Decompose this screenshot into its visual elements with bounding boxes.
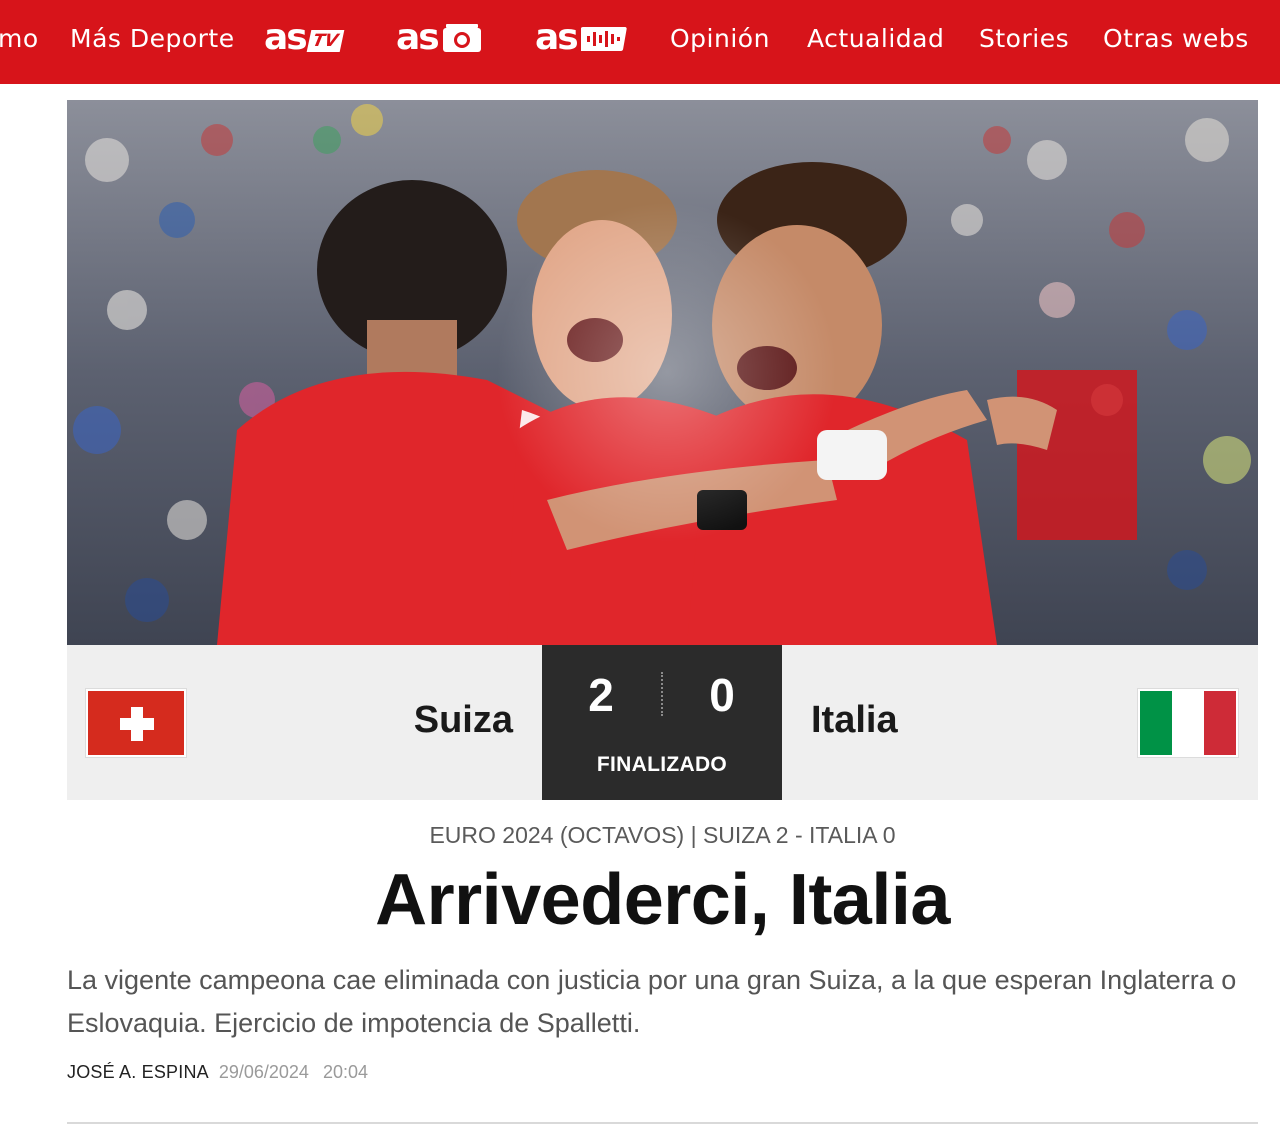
match-scoreboard[interactable]: Suiza 2 0 FINALIZADO Italia [67,645,1258,800]
hero-photo-image [67,100,1258,645]
article-kicker[interactable]: EURO 2024 (OCTAVOS) | SUIZA 2 - ITALIA 0 [67,822,1258,849]
home-team-name: Suiza [413,699,513,741]
nav-item-opinion[interactable]: Opinión [670,22,770,56]
author-link[interactable]: JOSÉ A. ESPINA [67,1062,209,1082]
as-audio-logo[interactable]: as [535,18,627,58]
italy-flag-icon [1138,689,1238,757]
nav-item-mo[interactable]: mo [0,22,39,56]
publish-time: 20:04 [322,1062,368,1082]
match-status: FINALIZADO [596,753,728,776]
audio-bars-icon [576,27,627,55]
camera-icon [442,23,482,57]
as-tv-brand: as [264,17,308,58]
as-audio-brand: as [535,17,579,58]
switzerland-flag-icon [86,689,186,757]
as-tv-logo[interactable]: as TV [264,17,344,58]
away-team-name: Italia [811,699,898,741]
hero-photo[interactable] [67,100,1258,645]
nav-item-otras-webs[interactable]: Otras webs [1103,22,1249,56]
tv-icon: TV [306,30,344,52]
as-photo-logo[interactable]: as [396,18,482,58]
publish-date: 29/06/2024 [218,1062,309,1082]
article-byline: JOSÉ A. ESPINA 29/06/2024 20:04 [67,1062,368,1083]
article-headline: Arrivederci, Italia [375,860,950,940]
top-navigation-bar: mo Más Deporte as TV as as Opinión Actua… [0,0,1280,84]
home-score: 2 [588,669,614,721]
score-box: 2 0 FINALIZADO [542,645,782,800]
as-photo-brand: as [396,17,440,58]
nav-item-mas-deporte[interactable]: Más Deporte [70,22,235,56]
article-subtitle: La vigente campeona cae eliminada con ju… [67,965,1237,1038]
away-score: 0 [709,669,735,721]
section-divider [67,1122,1258,1124]
score-separator [661,672,663,716]
nav-item-stories[interactable]: Stories [979,22,1069,56]
nav-item-actualidad[interactable]: Actualidad [807,22,944,56]
